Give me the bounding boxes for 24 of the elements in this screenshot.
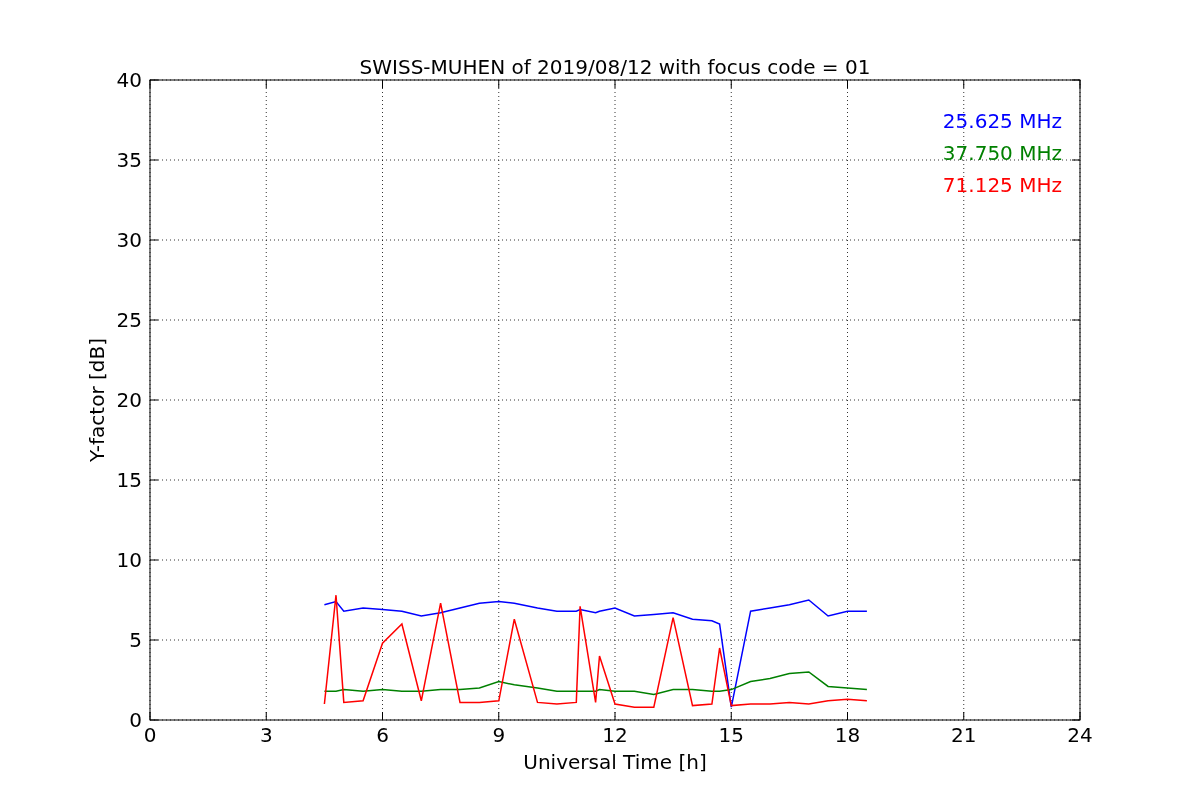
x-tick-label: 9 [492,723,506,747]
x-tick-label: 6 [376,723,389,747]
x-axis-label: Universal Time [h] [523,750,707,774]
y-tick-label: 0 [129,708,142,732]
y-tick-label: 35 [116,148,142,172]
x-tick-label: 18 [834,723,861,747]
x-tick-label: 21 [951,723,977,747]
y-tick-label: 5 [129,628,142,652]
legend-label: 25.625 MHz [942,109,1062,133]
y-axis-label: Y-factor [dB] [85,338,109,462]
x-tick-label: 15 [718,723,744,747]
y-tick-label: 25 [116,308,142,332]
y-tick-label: 20 [116,388,142,412]
chart-title: SWISS-MUHEN of 2019/08/12 with focus code = 01 [359,55,871,79]
x-tick-label: 3 [259,723,273,747]
y-tick-label: 10 [116,548,142,572]
legend-label: 37.750 MHz [942,141,1062,165]
x-tick-label: 12 [602,723,628,747]
y-tick-label: 30 [116,228,142,252]
legend-label: 71.125 MHz [942,173,1062,197]
y-tick-label: 40 [116,68,142,92]
y-tick-label: 15 [116,468,142,492]
x-tick-label: 24 [1067,723,1093,747]
x-tick-label: 0 [143,723,157,747]
